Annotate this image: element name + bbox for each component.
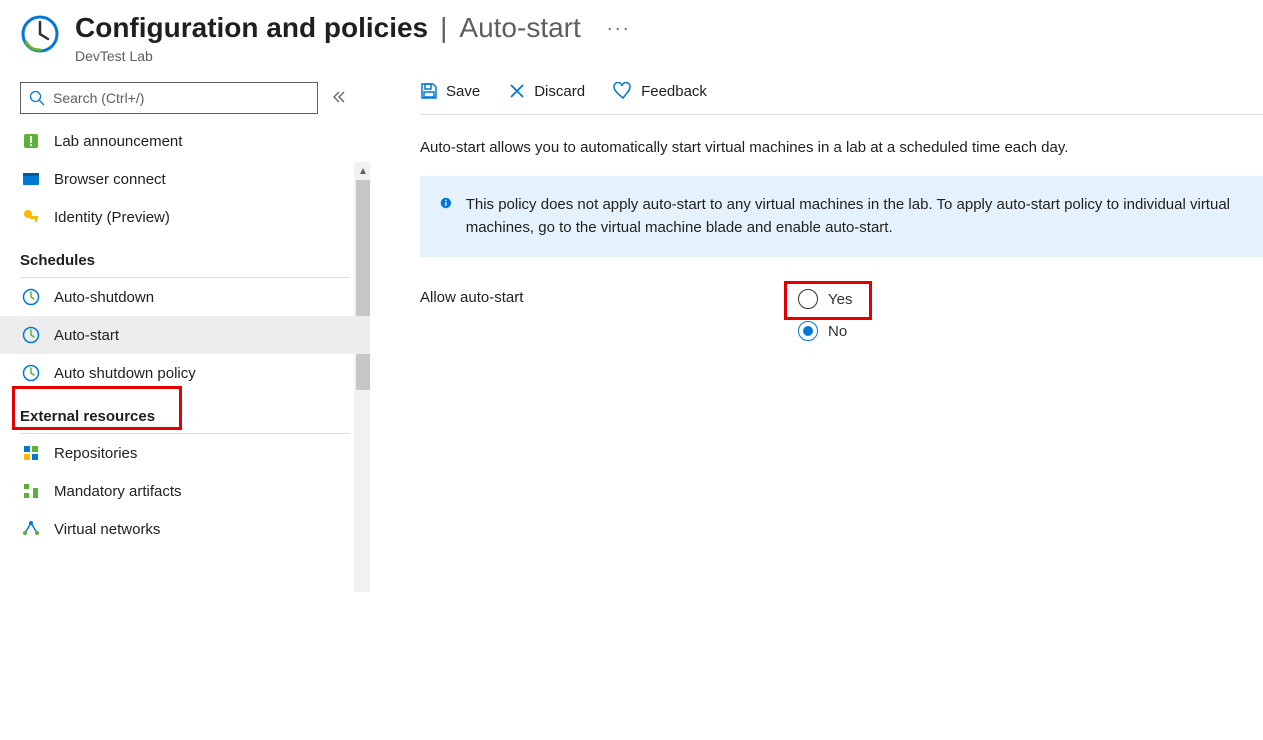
sidebar-item-label: Identity (Preview) <box>54 209 170 226</box>
resource-icon <box>20 12 60 57</box>
repository-icon <box>22 444 40 462</box>
radio-option-yes[interactable]: Yes <box>790 283 860 315</box>
sidebar-item-label: Lab announcement <box>54 133 182 150</box>
sidebar-item-identity[interactable]: Identity (Preview) <box>0 198 370 236</box>
sidebar-scrollbar[interactable]: ▲ <box>354 162 370 592</box>
search-icon <box>29 90 45 106</box>
sidebar-item-label: Virtual networks <box>54 521 160 538</box>
collapse-sidebar-button[interactable] <box>328 86 350 111</box>
feedback-button[interactable]: Feedback <box>613 82 707 100</box>
heart-icon <box>613 82 633 100</box>
section-header-schedules: Schedules <box>20 236 350 278</box>
search-input[interactable] <box>53 90 309 106</box>
save-button[interactable]: Save <box>420 82 480 100</box>
sidebar-item-label: Browser connect <box>54 171 166 188</box>
network-icon <box>22 520 40 538</box>
radio-label-no: No <box>828 323 847 340</box>
page-title-sub: Auto-start <box>459 12 580 44</box>
sidebar-item-virtual-networks[interactable]: Virtual networks <box>0 510 370 548</box>
sidebar-item-lab-announcement[interactable]: Lab announcement <box>0 122 370 160</box>
allow-auto-start-radio-group: Yes No <box>790 283 860 347</box>
artifact-icon <box>22 482 40 500</box>
sidebar-item-label: Auto-start <box>54 327 119 344</box>
info-icon <box>440 194 452 212</box>
search-box[interactable] <box>20 82 318 114</box>
info-text: This policy does not apply auto-start to… <box>466 194 1243 239</box>
sidebar-item-label: Auto-shutdown <box>54 289 154 306</box>
clock-icon <box>22 326 40 344</box>
discard-label: Discard <box>534 83 585 100</box>
save-label: Save <box>446 83 480 100</box>
title-separator: | <box>440 12 447 44</box>
allow-auto-start-label: Allow auto-start <box>420 283 790 306</box>
close-icon <box>508 82 526 100</box>
discard-button[interactable]: Discard <box>508 82 585 100</box>
description-text: Auto-start allows you to automatically s… <box>420 115 1263 176</box>
save-icon <box>420 82 438 100</box>
page-title-main: Configuration and policies <box>75 12 428 44</box>
clock-icon <box>22 288 40 306</box>
sidebar-item-label: Mandatory artifacts <box>54 483 182 500</box>
sidebar-item-mandatory-artifacts[interactable]: Mandatory artifacts <box>0 472 370 510</box>
sidebar-item-auto-start[interactable]: Auto-start <box>0 316 370 354</box>
sidebar-item-auto-shutdown-policy[interactable]: Auto shutdown policy <box>0 354 370 392</box>
feedback-label: Feedback <box>641 83 707 100</box>
sidebar-item-label: Auto shutdown policy <box>54 365 196 382</box>
announcement-icon <box>22 132 40 150</box>
sidebar-item-auto-shutdown[interactable]: Auto-shutdown <box>0 278 370 316</box>
page-header: Configuration and policies | Auto-start … <box>0 0 1263 64</box>
section-header-external: External resources <box>20 392 350 434</box>
clock-icon <box>22 364 40 382</box>
key-icon <box>22 208 40 226</box>
main-content: Save Discard Feedback Auto-start allows … <box>370 82 1263 732</box>
sidebar-item-label: Repositories <box>54 445 137 462</box>
command-bar: Save Discard Feedback <box>420 82 1263 115</box>
page-subtitle: DevTest Lab <box>75 48 1263 64</box>
radio-label-yes: Yes <box>828 291 852 308</box>
sidebar-item-browser-connect[interactable]: Browser connect <box>0 160 370 198</box>
sidebar: ▲ Lab announcement Browser connect <box>0 82 370 732</box>
radio-option-no[interactable]: No <box>790 315 860 347</box>
info-banner: This policy does not apply auto-start to… <box>420 176 1263 257</box>
browser-icon <box>22 170 40 188</box>
more-actions-button[interactable]: ··· <box>589 18 649 39</box>
sidebar-item-repositories[interactable]: Repositories <box>0 434 370 472</box>
